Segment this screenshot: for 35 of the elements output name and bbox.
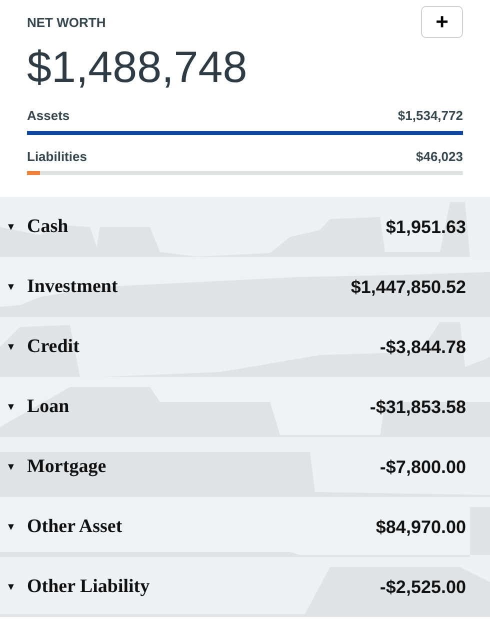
caret-icon: ▼ [6,460,27,474]
caret-icon: ▼ [6,580,27,594]
account-amount: -$2,525.00 [380,576,466,598]
caret-icon: ▼ [6,220,27,234]
net-worth-amount: $1,488,748 [27,46,248,90]
account-amount: $84,970.00 [376,516,466,538]
caret-icon: ▼ [6,400,27,414]
bar-amount: $46,023 [416,148,463,166]
account-name: Mortgage [27,454,106,479]
account-name: Investment [27,274,118,299]
add-button[interactable]: + [421,6,463,38]
account-row[interactable]: ▼ Cash $1,951.63 [0,197,490,257]
account-name: Other Liability [27,574,150,599]
account-row[interactable]: ▼ Other Liability -$2,525.00 [0,557,490,617]
account-row[interactable]: ▼ Loan -$31,853.58 [0,377,490,437]
account-amount: $1,447,850.52 [350,276,466,298]
account-row[interactable]: ▼ Credit -$3,844.78 [0,317,490,377]
bar-label: Liabilities [27,148,87,166]
bar-amount: $1,534,772 [398,107,463,125]
account-amount: $1,951.63 [386,216,466,238]
net-worth-label: NET WORTH [27,14,106,32]
account-name: Other Asset [27,514,122,539]
bar-label: Assets [27,107,70,125]
account-row[interactable]: ▼ Investment $1,447,850.52 [0,257,490,317]
account-name: Credit [27,334,80,359]
account-amount: -$7,800.00 [380,456,466,478]
caret-icon: ▼ [6,520,27,534]
caret-icon: ▼ [6,280,27,294]
account-row[interactable]: ▼ Other Asset $84,970.00 [0,497,490,557]
account-name: Loan [27,394,70,419]
account-amount: -$3,844.78 [380,336,466,358]
account-amount: -$31,853.58 [370,396,466,418]
account-name: Cash [27,214,68,239]
caret-icon: ▼ [6,340,27,354]
account-row[interactable]: ▼ Mortgage -$7,800.00 [0,437,490,497]
